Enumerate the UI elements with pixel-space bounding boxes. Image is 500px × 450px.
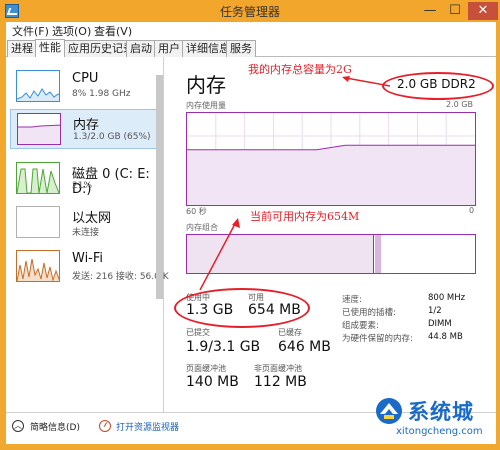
watermark-brand: 系统城 [408, 400, 474, 424]
sidebar-item-title: 以太网 [72, 211, 112, 226]
memory-usage-graph [187, 113, 475, 205]
tab-users[interactable]: 用户 [154, 40, 184, 57]
watermark-url: xitongcheng.com [396, 426, 483, 437]
open-resource-monitor-link[interactable]: 打开资源监视器 [116, 420, 179, 433]
memory-graph-icon [17, 113, 61, 145]
paged-pool-value: 140 MB [186, 374, 239, 390]
hardware-reserved-value: 44.8 MB [428, 332, 463, 342]
cpu-graph-icon [16, 70, 60, 102]
tab-performance[interactable]: 性能 [35, 39, 65, 58]
menu-bar: 文件(F) 选项(O) 查看(V) [6, 22, 496, 38]
sidebar-item-disk[interactable]: 磁盘 0 (C: E: D:) 21% [10, 159, 160, 199]
xitongcheng-logo-icon [376, 398, 402, 424]
sidebar-item-title: 磁盘 0 (C: E: D:) [72, 167, 150, 197]
tab-services[interactable]: 服务 [226, 40, 256, 57]
speed-value: 800 MHz [428, 293, 466, 303]
composition-modified [375, 235, 382, 273]
memory-usage-area [187, 145, 475, 205]
paged-pool-label: 页面缓冲池 [186, 364, 226, 373]
sidebar-item-sub: 21% [72, 181, 93, 191]
nonpaged-pool-label: 非页面缓冲池 [254, 364, 302, 373]
sidebar-item-title: 内存 [73, 118, 100, 133]
menu-view[interactable]: 查看(V) [94, 23, 132, 39]
sidebar-item-sub: 8% 1.98 GHz [72, 89, 131, 99]
resource-sidebar: CPU 8% 1.98 GHz 内存 1.3/2.0 GB (65%) 磁盘 0… [6, 57, 169, 412]
menu-file[interactable]: 文件(F) [12, 23, 49, 39]
capacity-annotation: 我的内存总容量为2G [248, 63, 352, 76]
maximize-button[interactable]: ☐ [443, 2, 467, 20]
cached-label: 已缓存 [278, 328, 302, 337]
fewer-details-button[interactable]: 简略信息(D) [30, 420, 80, 433]
memory-usage-max: 2.0 GB [446, 100, 473, 109]
task-manager-window: 任务管理器 — ☐ ✕ 文件(F) 选项(O) 查看(V) 进程 性能 应用历史… [0, 0, 500, 450]
tab-startup[interactable]: 启动 [126, 40, 156, 57]
sidebar-item-memory[interactable]: 内存 1.3/2.0 GB (65%) [10, 109, 160, 149]
resource-monitor-icon [99, 420, 111, 432]
committed-value: 1.9/3.1 GB [186, 339, 261, 355]
cached-value: 646 MB [278, 339, 331, 355]
capacity-highlight [382, 72, 494, 100]
available-arrow [199, 218, 240, 291]
memory-usage-label: 内存使用量 [186, 101, 226, 110]
chevron-up-icon[interactable]: ︿ [12, 420, 24, 432]
sidebar-item-sub: 1.3/2.0 GB (65%) [73, 132, 151, 142]
watermark: 系统城 xitongcheng.com [372, 394, 498, 448]
tab-strip: 进程 性能 应用历史记录 启动 用户 详细信息 服务 [6, 38, 496, 58]
tab-processes[interactable]: 进程 [7, 40, 37, 57]
sidebar-item-wifi[interactable]: Wi-Fi 发送: 216 接收: 56.0 K [10, 247, 169, 287]
sidebar-scrollbar[interactable] [156, 75, 163, 299]
available-annotation: 当前可用内存为654M [250, 210, 360, 223]
nonpaged-pool-value: 112 MB [254, 374, 307, 390]
sidebar-item-sub: 发送: 216 接收: 56.0 K [72, 272, 169, 282]
slots-label: 已使用的插槽: [342, 308, 396, 318]
form-factor-label: 组成要素: [342, 321, 379, 331]
close-button[interactable]: ✕ [468, 2, 498, 20]
form-factor-value: DIMM [428, 319, 452, 329]
sidebar-item-title: CPU [72, 71, 99, 86]
axis-time-label: 60 秒 [186, 207, 207, 216]
minimize-button[interactable]: — [418, 2, 442, 20]
sidebar-item-sub: 未连接 [72, 228, 100, 238]
memory-title: 内存 [186, 73, 226, 97]
memory-usage-chart [186, 112, 476, 206]
slots-value: 1/2 [428, 306, 442, 316]
committed-label: 已提交 [186, 328, 210, 337]
title-bar[interactable]: 任务管理器 — ☐ ✕ [0, 0, 500, 22]
sidebar-item-title: Wi-Fi [72, 251, 104, 266]
menu-options[interactable]: 选项(O) [52, 23, 91, 39]
hardware-reserved-label: 为硬件保留的内存: [342, 334, 413, 344]
disk-graph-icon [16, 162, 60, 194]
sidebar-item-ethernet[interactable]: 以太网 未连接 [10, 203, 160, 243]
wifi-graph-icon [16, 250, 60, 282]
axis-zero-label: 0 [469, 206, 475, 215]
speed-label: 速度: [342, 295, 362, 305]
ethernet-graph-icon [16, 206, 60, 238]
available-highlight [174, 288, 310, 328]
performance-content: CPU 8% 1.98 GHz 内存 1.3/2.0 GB (65%) 磁盘 0… [6, 57, 496, 412]
sidebar-item-cpu[interactable]: CPU 8% 1.98 GHz [10, 67, 160, 107]
